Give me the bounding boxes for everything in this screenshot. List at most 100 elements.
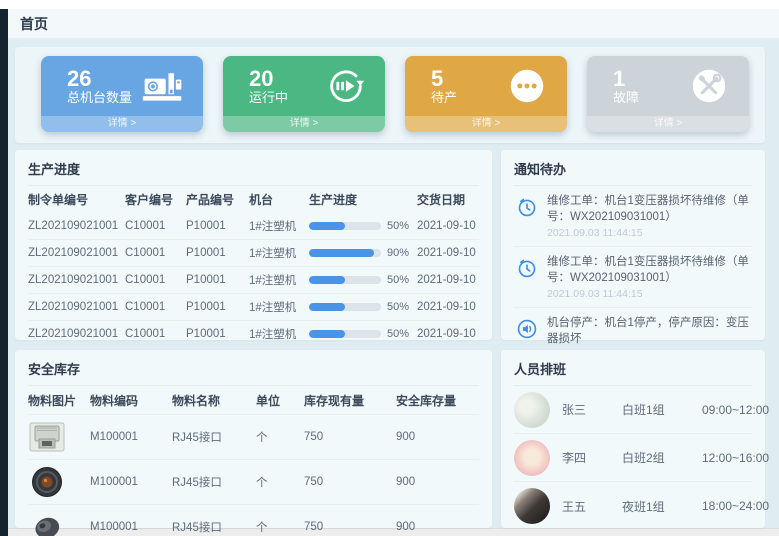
card-waiting[interactable]: 5 待产 详情 >: [405, 56, 567, 132]
notification-text: 维修工单：机台1变压器损坏待维修（单号：WX202109031001）: [547, 194, 752, 225]
product-no: P10001: [186, 328, 249, 340]
production-row: ZL202109021001C10001P100011#注塑机50%2021-0…: [28, 320, 479, 347]
machine-icon: [141, 66, 185, 106]
machine-name: 1#注塑机: [249, 299, 309, 315]
material-unit: 个: [256, 519, 304, 535]
schedule-row: 张三白班1组09:00~12:00: [514, 386, 752, 434]
ellipsis-icon: [505, 66, 549, 106]
card-detail-link[interactable]: 详情 >: [405, 116, 567, 132]
inventory-row: M100001RJ45接口个750900: [28, 414, 479, 459]
shift-name: 白班1组: [622, 401, 702, 418]
customer-no: C10001: [125, 274, 186, 286]
card-total-machines[interactable]: 26 总机台数量: [41, 56, 203, 132]
safety-stock: 900: [396, 521, 481, 533]
progress-percent: 90%: [387, 247, 409, 259]
material-code: M100001: [90, 521, 172, 533]
card-detail-link[interactable]: 详情 >: [587, 116, 749, 132]
notifications-panel: 通知待办 维修工单：机台1变压器损坏待维修（单号：WX202109031001）…: [501, 150, 765, 340]
schedule-list: 张三白班1组09:00~12:00李四白班2组12:00~16:00王五夜班1组…: [514, 386, 752, 530]
card-detail-link[interactable]: 详情 >: [41, 116, 203, 132]
delivery-date: 2021-09-10: [417, 274, 481, 286]
notification-text: 维修工单：机台1变压器损坏待维修（单号：WX202109031001）: [547, 255, 752, 286]
safety-stock: 900: [396, 431, 481, 443]
avatar: [514, 392, 550, 428]
machine-name: 1#注塑机: [249, 218, 309, 234]
panel-title: 生产进度: [28, 159, 479, 186]
stock-on-hand: 750: [304, 476, 396, 488]
stat-cards-panel: 26 总机台数量: [15, 47, 765, 143]
order-no: ZL202109021001: [28, 328, 125, 340]
panel-title: 安全库存: [28, 359, 479, 386]
clock-icon: [516, 196, 538, 218]
card-label: 总机台数量: [67, 91, 132, 106]
customer-no: C10001: [125, 220, 186, 232]
progress-bar: [309, 330, 381, 338]
machine-name: 1#注塑机: [249, 272, 309, 288]
card-fault[interactable]: 1 故障 详情 >: [587, 56, 749, 132]
material-unit: 个: [256, 474, 304, 490]
production-row: ZL202109021001C10001P100011#注塑机90%2021-0…: [28, 239, 479, 266]
page-title: 首页: [20, 14, 48, 34]
product-no: P10001: [186, 274, 249, 286]
product-no: P10001: [186, 301, 249, 313]
production-table-header: 制令单编号 客户编号 产品编号 机台 生产进度 交货日期: [28, 186, 479, 212]
card-value: 1: [613, 66, 639, 91]
card-running[interactable]: 20 运行中 详情 >: [223, 56, 385, 132]
shift-time: 12:00~16:00: [702, 451, 769, 465]
card-label: 故障: [613, 91, 639, 106]
panel-title: 人员排班: [514, 359, 752, 386]
clock-icon: [516, 257, 538, 279]
tools-icon: [687, 66, 731, 106]
machine-name: 1#注塑机: [249, 326, 309, 342]
inventory-table-header: 物料图片 物料编码 物料名称 单位 库存现有量 安全库存量: [28, 386, 479, 414]
safety-stock: 900: [396, 476, 481, 488]
notification-item[interactable]: 维修工单：机台1变压器损坏待维修（单号：WX202109031001） 2021.…: [514, 186, 752, 247]
material-code: M100001: [90, 476, 172, 488]
material-name: RJ45接口: [172, 429, 256, 445]
person-name: 李四: [562, 449, 622, 466]
avatar: [514, 488, 550, 524]
shift-name: 白班2组: [622, 449, 702, 466]
safety-stock-panel: 安全库存 物料图片 物料编码 物料名称 单位 库存现有量 安全库存量 M1000…: [15, 350, 492, 528]
order-no: ZL202109021001: [28, 247, 125, 259]
person-name: 张三: [562, 401, 622, 418]
notification-time: 2021.09.03 11:44:15: [547, 227, 752, 239]
inventory-row: M100001RJ45接口个750900: [28, 459, 479, 504]
breadcrumb-bar: 首页: [8, 9, 779, 39]
production-progress-panel: 生产进度 制令单编号 客户编号 产品编号 机台 生产进度 交货日期 ZL2021…: [15, 150, 492, 340]
customer-no: C10001: [125, 301, 186, 313]
card-label: 运行中: [249, 91, 288, 106]
order-no: ZL202109021001: [28, 220, 125, 232]
card-value: 5: [431, 66, 457, 91]
shift-time: 18:00~24:00: [702, 499, 769, 513]
shift-name: 夜班1组: [622, 498, 702, 515]
card-detail-link[interactable]: 详情 >: [223, 116, 385, 132]
product-no: P10001: [186, 220, 249, 232]
production-row: ZL202109021001C10001P100011#注塑机50%2021-0…: [28, 293, 479, 320]
delivery-date: 2021-09-10: [417, 220, 481, 232]
dashboard-page: 首页 26 总机台数量: [0, 0, 779, 536]
progress-percent: 50%: [387, 328, 409, 340]
progress-percent: 50%: [387, 274, 409, 286]
progress-bar: [309, 222, 381, 230]
delivery-date: 2021-09-10: [417, 301, 481, 313]
card-value: 26: [67, 66, 132, 91]
production-row: ZL202109021001C10001P100011#注塑机50%2021-0…: [28, 212, 479, 239]
progress-bar: [309, 276, 381, 284]
material-name: RJ45接口: [172, 474, 256, 490]
delivery-date: 2021-09-10: [417, 328, 481, 340]
notification-text: 机台停产：机台1停产，停产原因：变压器损坏: [547, 316, 752, 347]
inventory-row: M100001RJ45接口个750900: [28, 504, 479, 536]
shift-time: 09:00~12:00: [702, 403, 769, 417]
production-row: ZL202109021001C10001P100011#注塑机50%2021-0…: [28, 266, 479, 293]
speaker-driver: [28, 466, 66, 498]
running-icon: [323, 66, 367, 106]
notification-item[interactable]: 维修工单：机台1变压器损坏待维修（单号：WX202109031001）2021.…: [514, 247, 752, 308]
material-unit: 个: [256, 429, 304, 445]
inventory-table-body: M100001RJ45接口个750900M100001RJ45接口个750900…: [28, 414, 479, 536]
progress-bar: [309, 303, 381, 311]
personnel-schedule-panel: 人员排班 张三白班1组09:00~12:00李四白班2组12:00~16:00王…: [501, 350, 765, 528]
person-name: 王五: [562, 498, 622, 515]
product-no: P10001: [186, 247, 249, 259]
panel-title: 通知待办: [514, 159, 752, 186]
